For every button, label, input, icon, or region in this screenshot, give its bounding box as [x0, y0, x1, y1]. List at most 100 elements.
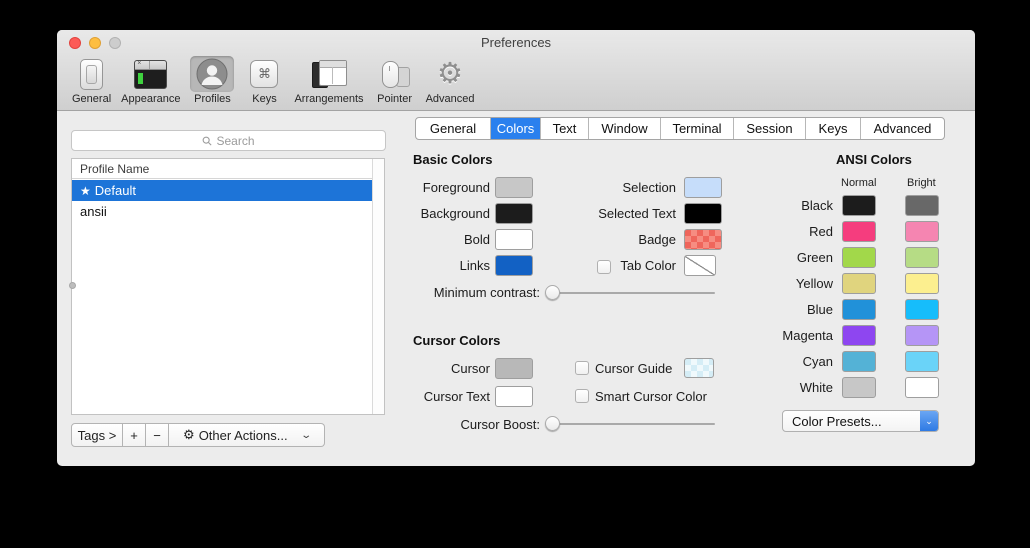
- star-icon: ★: [80, 184, 91, 198]
- slider-knob[interactable]: [545, 416, 560, 431]
- ansi-black-normal-well[interactable]: [842, 195, 876, 216]
- toolbar-label: Appearance: [121, 93, 180, 105]
- general-switch-icon: [80, 59, 103, 90]
- window-title: Preferences: [57, 30, 975, 55]
- zoom-button-disabled: [109, 37, 121, 49]
- search-icon: [202, 136, 212, 146]
- cursor-text-label: Cursor Text: [393, 389, 490, 404]
- basic-colors-heading: Basic Colors: [413, 152, 492, 167]
- other-actions-dropdown[interactable]: ⚙ Other Actions... ⌄: [169, 423, 325, 447]
- badge-color-well[interactable]: [684, 229, 722, 250]
- preferences-window: Preferences General × Appearance: [57, 30, 975, 466]
- tab-session[interactable]: Session: [734, 118, 806, 139]
- bold-color-well[interactable]: [495, 229, 533, 250]
- tab-colors[interactable]: Colors: [491, 118, 541, 139]
- ansi-bright-column-label: Bright: [907, 177, 936, 189]
- cursor-guide-color-well[interactable]: [684, 358, 714, 378]
- advanced-gear-icon: ⚙: [437, 60, 463, 89]
- tab-text[interactable]: Text: [541, 118, 589, 139]
- gear-icon: ⚙: [183, 427, 195, 443]
- ansi-blue-bright-well[interactable]: [905, 299, 939, 320]
- cursor-guide-label: Cursor Guide: [595, 361, 677, 376]
- selection-color-well[interactable]: [684, 177, 722, 198]
- background-label: Background: [393, 206, 490, 221]
- cursor-boost-slider[interactable]: [545, 416, 715, 431]
- color-presets-dropdown[interactable]: Color Presets... ⌄: [782, 410, 939, 432]
- links-label: Links: [393, 258, 490, 273]
- profile-name: ansii: [80, 204, 107, 219]
- toolbar-label: Keys: [252, 93, 276, 105]
- add-profile-button[interactable]: +: [123, 423, 146, 447]
- slider-knob[interactable]: [545, 285, 560, 300]
- search-input[interactable]: Search: [71, 130, 386, 151]
- toolbar-item-general[interactable]: General: [67, 56, 116, 105]
- ansi-cyan-normal-well[interactable]: [842, 351, 876, 372]
- toolbar-item-advanced[interactable]: ⚙ Advanced: [421, 56, 480, 105]
- ansi-green-bright-well[interactable]: [905, 247, 939, 268]
- toolbar-label: General: [72, 93, 111, 105]
- tab-color-well[interactable]: [684, 255, 716, 276]
- profile-row-ansii[interactable]: ansii: [72, 201, 372, 222]
- ansi-yellow-normal-well[interactable]: [842, 273, 876, 294]
- bold-label: Bold: [393, 232, 490, 247]
- titlebar-toolbar: Preferences General × Appearance: [57, 30, 975, 111]
- profile-list-scrollbar[interactable]: [372, 159, 384, 414]
- profile-actions-bar: Tags > + − ⚙ Other Actions... ⌄: [71, 423, 325, 447]
- foreground-color-well[interactable]: [495, 177, 533, 198]
- command-key-icon: ⌘: [250, 60, 278, 88]
- ansi-white-bright-well[interactable]: [905, 377, 939, 398]
- ansi-green-normal-well[interactable]: [842, 247, 876, 268]
- selected-text-color-well[interactable]: [684, 203, 722, 224]
- tab-window[interactable]: Window: [589, 118, 661, 139]
- ansi-magenta-bright-well[interactable]: [905, 325, 939, 346]
- ansi-blue-normal-well[interactable]: [842, 299, 876, 320]
- ansi-yellow-bright-well[interactable]: [905, 273, 939, 294]
- minimum-contrast-slider[interactable]: [545, 285, 715, 300]
- tab-keys[interactable]: Keys: [806, 118, 861, 139]
- ansi-black-bright-well[interactable]: [905, 195, 939, 216]
- cursor-text-color-well[interactable]: [495, 386, 533, 407]
- tab-terminal[interactable]: Terminal: [661, 118, 734, 139]
- screen: Preferences General × Appearance: [0, 0, 1030, 548]
- mouse-pointer-icon: [380, 60, 410, 88]
- toolbar-label: Arrangements: [294, 93, 363, 105]
- toolbar-item-pointer[interactable]: Pointer: [369, 56, 421, 105]
- settings-tabbar: General Colors Text Window Terminal Sess…: [415, 117, 945, 140]
- selected-text-label: Selected Text: [537, 206, 676, 221]
- selection-label: Selection: [537, 180, 676, 195]
- tab-color-label: Tab Color: [576, 258, 676, 273]
- profile-list-header[interactable]: Profile Name: [72, 159, 384, 179]
- close-button[interactable]: [69, 37, 81, 49]
- ansi-white-normal-well[interactable]: [842, 377, 876, 398]
- ansi-magenta-normal-well[interactable]: [842, 325, 876, 346]
- background-color-well[interactable]: [495, 203, 533, 224]
- toolbar-item-appearance[interactable]: × Appearance: [116, 56, 185, 105]
- toolbar-label: Advanced: [426, 93, 475, 105]
- profile-name: Default: [95, 183, 136, 198]
- ansi-green-label: Green: [753, 250, 833, 265]
- remove-profile-button[interactable]: −: [146, 423, 169, 447]
- toolbar: General × Appearance: [67, 56, 480, 110]
- ansi-red-normal-well[interactable]: [842, 221, 876, 242]
- toolbar-item-arrangements[interactable]: Arrangements: [289, 56, 368, 105]
- ansi-white-label: White: [753, 380, 833, 395]
- profile-list: Profile Name ★ Default ansii: [71, 158, 385, 415]
- smart-cursor-color-checkbox[interactable]: [575, 389, 589, 403]
- links-color-well[interactable]: [495, 255, 533, 276]
- tab-advanced[interactable]: Advanced: [861, 118, 944, 139]
- tab-general[interactable]: General: [416, 118, 491, 139]
- ansi-black-label: Black: [753, 198, 833, 213]
- cursor-color-well[interactable]: [495, 358, 533, 379]
- traffic-lights: [69, 37, 121, 49]
- cursor-guide-checkbox[interactable]: [575, 361, 589, 375]
- ansi-colors-heading: ANSI Colors: [836, 152, 912, 167]
- tags-button[interactable]: Tags >: [71, 423, 123, 447]
- ansi-cyan-bright-well[interactable]: [905, 351, 939, 372]
- ansi-red-bright-well[interactable]: [905, 221, 939, 242]
- smart-cursor-color-label: Smart Cursor Color: [595, 389, 735, 404]
- toolbar-item-keys[interactable]: ⌘ Keys: [239, 56, 289, 105]
- minimize-button[interactable]: [89, 37, 101, 49]
- ansi-blue-label: Blue: [753, 302, 833, 317]
- profile-row-default[interactable]: ★ Default: [72, 180, 372, 201]
- toolbar-item-profiles[interactable]: Profiles: [185, 56, 239, 105]
